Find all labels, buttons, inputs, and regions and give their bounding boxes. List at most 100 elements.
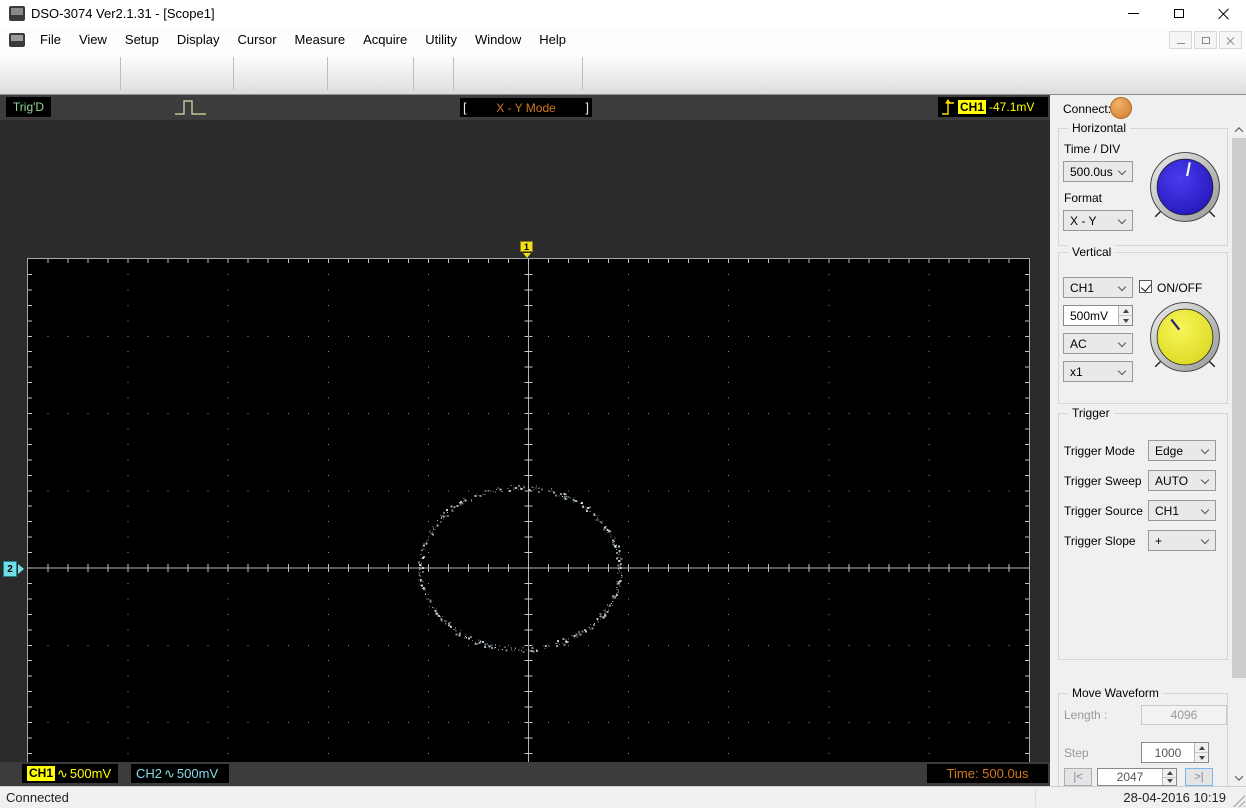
move-waveform-group: Move Waveform Length : 4096 Step 1000 |<…	[1058, 686, 1228, 786]
toolbar-separator	[453, 57, 454, 90]
panel-scrollbar[interactable]	[1232, 121, 1246, 786]
horizontal-group-title: Horizontal	[1068, 121, 1131, 135]
go-last-button[interactable]: >|	[1185, 768, 1213, 786]
datetime-status: 28-04-2016 10:19	[1123, 790, 1226, 805]
window-title: DSO-3074 Ver2.1.31 - [Scope1]	[31, 6, 215, 21]
ch1-chip: CH1	[27, 766, 56, 781]
trigger-group: Trigger Trigger Mode Edge Trigger Sweep …	[1058, 406, 1228, 660]
trigger-group-title: Trigger	[1068, 406, 1114, 420]
position-stepper[interactable]: 2047	[1097, 768, 1177, 786]
step-value: 1000	[1154, 745, 1182, 760]
trigger-source-label: Trigger Source	[1064, 504, 1143, 518]
format-label: Format	[1064, 191, 1103, 205]
coupling-select[interactable]: AC	[1063, 333, 1133, 354]
vertical-knob[interactable]	[1145, 297, 1225, 377]
minimize-button[interactable]	[1111, 0, 1156, 27]
status-separator	[1035, 789, 1036, 807]
up-arrow-icon	[1198, 745, 1205, 750]
menu-bar: File View Setup Display Cursor Measure A…	[0, 27, 1246, 52]
resize-grip[interactable]	[1233, 795, 1245, 807]
down-arrow-icon	[1122, 318, 1129, 323]
up-arrow-icon	[1122, 308, 1129, 313]
trigger-slope-label: Trigger Slope	[1064, 534, 1136, 548]
mdi-window-controls	[1169, 31, 1242, 49]
mdi-restore-button[interactable]	[1194, 31, 1217, 49]
close-button[interactable]	[1201, 0, 1246, 27]
mdi-close-button[interactable]	[1219, 31, 1242, 49]
mdi-minimize-icon	[1176, 42, 1185, 44]
scope-graticule-and-trace	[28, 259, 1029, 808]
mdi-close-icon	[1226, 36, 1235, 45]
app-icon	[9, 6, 25, 21]
menu-help[interactable]: Help	[530, 27, 575, 52]
down-arrow-icon	[1166, 779, 1173, 784]
trigger-sweep-value: AUTO	[1155, 473, 1189, 488]
probe-select[interactable]: x1	[1063, 361, 1133, 382]
channel-select[interactable]: CH1	[1063, 277, 1133, 298]
onoff-label: ON/OFF	[1157, 281, 1203, 295]
mode-label: X - Y Mode	[496, 100, 556, 115]
connection-status: Connected	[6, 790, 69, 805]
stepper-arrows[interactable]	[1118, 306, 1132, 325]
display-mode-indicator: [ X - Y Mode ]	[460, 98, 592, 117]
vertical-group: Vertical CH1 ON/OFF 500mV AC x1	[1058, 245, 1228, 404]
maximize-button[interactable]	[1156, 0, 1201, 27]
toolbar: H V T + −× ÷ R	[0, 52, 1246, 144]
ch1-scale: 500mV	[69, 766, 112, 781]
chevron-down-icon	[1200, 505, 1210, 515]
toolbar-separator	[413, 57, 414, 90]
menu-cursor[interactable]: Cursor	[229, 27, 286, 52]
chevron-down-icon	[1117, 282, 1127, 292]
channel-onoff-checkbox[interactable]	[1139, 280, 1152, 293]
trigger-slope-select[interactable]: +	[1148, 530, 1216, 551]
time-div-select[interactable]: 500.0us	[1063, 161, 1133, 182]
time-div-value: 500.0us	[1070, 164, 1113, 179]
scope-screen[interactable]	[27, 258, 1030, 808]
close-icon	[1218, 8, 1229, 19]
trigger-level-value: -47.1mV	[989, 100, 1035, 114]
menu-display[interactable]: Display	[168, 27, 229, 52]
control-panel: Connect: Horizontal Time / DIV 500.0us F…	[1050, 95, 1246, 786]
stepper-arrows[interactable]	[1194, 743, 1208, 762]
chevron-down-icon	[1117, 215, 1127, 225]
toolbar-separator	[327, 57, 328, 90]
menu-file[interactable]: File	[31, 27, 70, 52]
go-first-button[interactable]: |<	[1064, 768, 1092, 786]
menu-setup[interactable]: Setup	[116, 27, 168, 52]
menu-view[interactable]: View	[70, 27, 116, 52]
format-select[interactable]: X - Y	[1063, 210, 1133, 231]
chevron-down-icon	[1200, 535, 1210, 545]
probe-value: x1	[1070, 364, 1083, 379]
mdi-minimize-button[interactable]	[1169, 31, 1192, 49]
channel1-position-marker[interactable]: 1	[520, 241, 533, 258]
app-window: DSO-3074 Ver2.1.31 - [Scope1] File View …	[0, 0, 1246, 808]
horizontal-group: Horizontal Time / DIV 500.0us Format X -…	[1058, 121, 1228, 246]
connect-indicator-button[interactable]	[1110, 97, 1132, 119]
menu-utility[interactable]: Utility	[416, 27, 466, 52]
timebase-status: Time: 500.0us	[927, 764, 1048, 783]
volts-div-stepper[interactable]: 500mV	[1063, 305, 1133, 326]
trigger-source-select[interactable]: CH1	[1148, 500, 1216, 521]
channel2-position-marker[interactable]: 2	[3, 561, 24, 577]
connect-label: Connect:	[1063, 102, 1112, 116]
menu-window[interactable]: Window	[466, 27, 530, 52]
scrollbar-thumb[interactable]	[1232, 138, 1246, 678]
time-div-label: Time / DIV	[1064, 142, 1121, 156]
document-icon	[9, 32, 25, 47]
menu-acquire[interactable]: Acquire	[354, 27, 416, 52]
scroll-down-button[interactable]	[1232, 769, 1246, 786]
step-stepper[interactable]: 1000	[1141, 742, 1209, 763]
bracket-left: [	[463, 100, 467, 115]
mdi-restore-icon	[1201, 34, 1215, 44]
trigger-slope-value: +	[1155, 533, 1163, 548]
trigger-sweep-select[interactable]: AUTO	[1148, 470, 1216, 491]
trigger-mode-select[interactable]: Edge	[1148, 440, 1216, 461]
trigger-source-value: CH1	[1155, 503, 1180, 518]
minimize-icon	[1128, 13, 1139, 14]
menu-measure[interactable]: Measure	[286, 27, 355, 52]
stepper-arrows[interactable]	[1162, 769, 1176, 785]
vertical-group-title: Vertical	[1068, 245, 1116, 259]
trigger-mode-label: Trigger Mode	[1064, 444, 1135, 458]
horizontal-knob[interactable]	[1145, 147, 1225, 227]
scroll-up-button[interactable]	[1232, 121, 1246, 138]
